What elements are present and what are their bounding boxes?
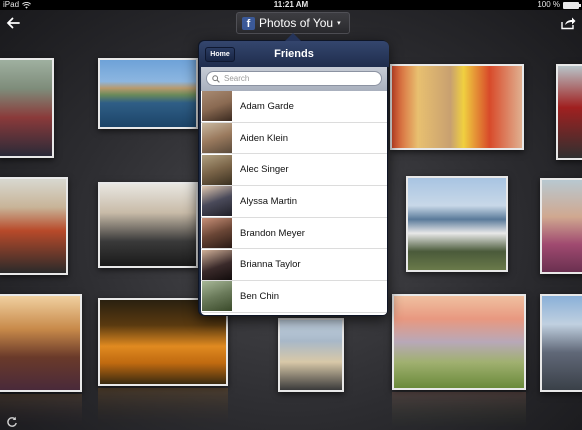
friend-row-alec-singer[interactable]: Alec Singer [201,154,387,187]
battery-icon [563,1,581,9]
search-icon [212,74,220,83]
facebook-icon: f [242,16,255,30]
photo-woman-smiling[interactable] [540,178,582,274]
refresh-icon[interactable] [6,416,18,428]
avatar [202,123,232,154]
photo-group-people[interactable] [0,58,54,158]
avatar [202,218,232,249]
popover-title: Friends [274,48,314,60]
friend-name: Alec Singer [240,164,289,176]
friend-name: Brandon Meyer [240,227,305,239]
avatar [202,154,232,185]
photo-reflection [392,392,526,428]
photo-reflection [98,388,228,428]
friend-name: Aiden Klein [240,132,289,144]
album-title: Photos of You [259,16,334,30]
avatar [202,249,232,280]
search-input[interactable] [224,74,374,83]
back-arrow-icon[interactable] [6,16,20,30]
popover-header: Home Friends [199,41,389,67]
friend-name: Alyssa Martin [240,195,298,207]
photo-city-skyline[interactable] [540,294,582,392]
photo-bay-harbor[interactable] [98,58,198,129]
avatar [202,186,232,217]
friend-row-brandon-meyer[interactable]: Brandon Meyer [201,218,387,250]
share-icon[interactable] [560,16,576,30]
friend-row-adam-garde[interactable]: Adam Garde [201,91,387,123]
photo-beach-people[interactable] [278,318,344,392]
chevron-down-icon: ▾ [337,20,341,27]
photo-halloween-friends[interactable] [390,64,524,150]
photo-three-friends[interactable] [98,182,198,268]
photo-group-formal[interactable] [0,177,68,275]
friend-row-alyssa-martin[interactable]: Alyssa Martin [201,186,387,218]
friends-popover: Home Friends Adam Garde Aiden Klein Alec… [198,33,389,316]
status-bar: iPad 11:21 AM 100 % [0,0,582,10]
photo-group-jumping-sunset[interactable] [392,294,526,390]
friend-row-ben-chin[interactable]: Ben Chin [201,281,387,313]
friend-name: Brianna Taylor [240,259,301,271]
photo-church-interior[interactable] [0,294,82,392]
status-right: 100 % [537,0,581,10]
photo-seagull-beach[interactable] [406,176,508,272]
friend-name: Ben Chin [240,290,280,302]
friend-name: Adam Garde [240,100,294,112]
friend-list: Adam Garde Aiden Klein Alec Singer Alyss… [201,91,387,315]
photo-man-portrait[interactable] [556,64,582,160]
avatar [202,91,232,122]
friend-row-aiden-klein[interactable]: Aiden Klein [201,123,387,155]
search-field[interactable] [206,71,382,86]
friend-row-brianna-taylor[interactable]: Brianna Taylor [201,249,387,282]
battery-percent: 100 % [537,0,560,9]
avatar [202,281,232,312]
clock: 11:21 AM [273,0,309,9]
album-title-button[interactable]: f Photos of You ▾ [236,12,350,34]
search-bar [201,67,387,91]
